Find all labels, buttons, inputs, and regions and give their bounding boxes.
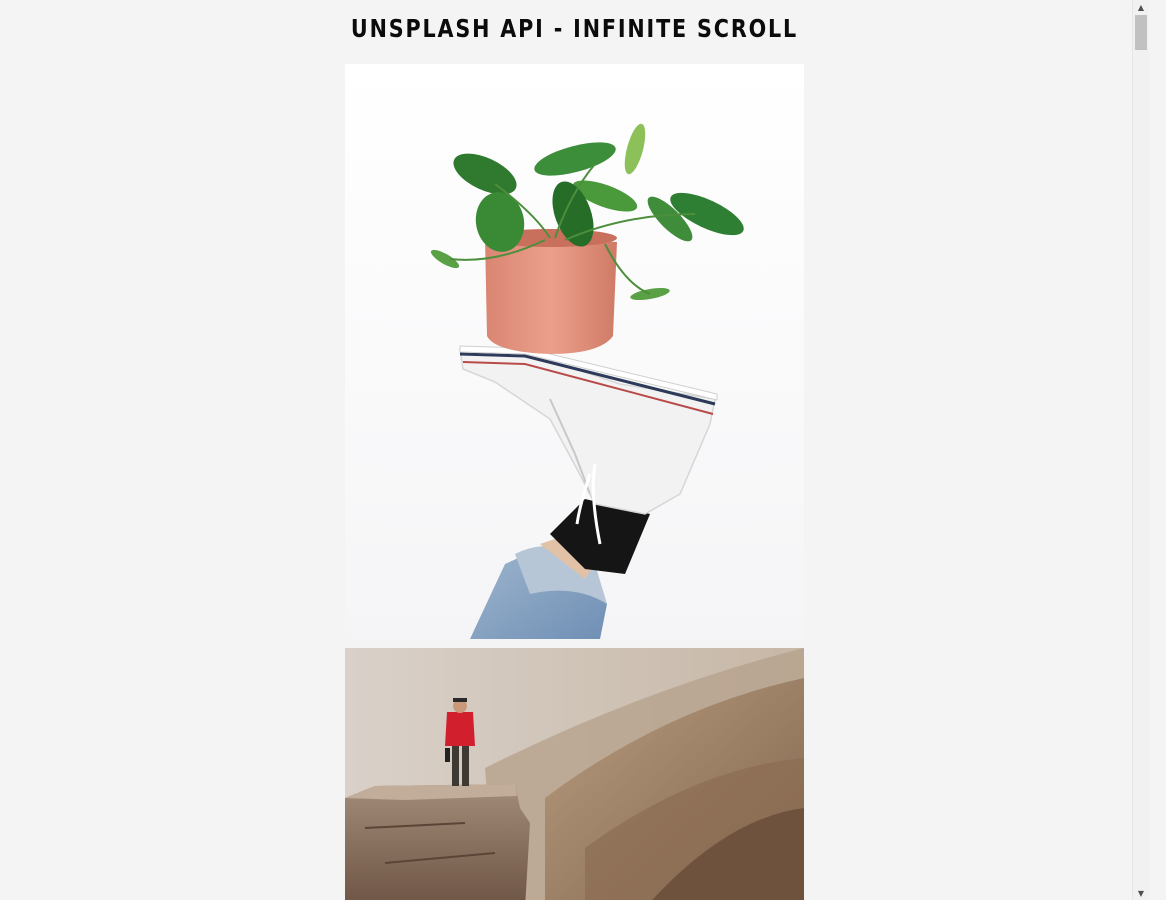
photo-plant-on-sneaker[interactable]	[345, 64, 804, 639]
photo-man-on-cliff[interactable]	[345, 648, 804, 900]
image-container	[345, 64, 804, 900]
page: UNSPLASH API - INFINITE SCROLL ▲ ▼	[0, 0, 1149, 900]
scroll-thumb[interactable]	[1135, 15, 1147, 50]
scroll-down-arrow-icon[interactable]: ▼	[1133, 886, 1149, 900]
scroll-up-arrow-icon[interactable]: ▲	[1133, 0, 1149, 14]
page-title: UNSPLASH API - INFINITE SCROLL	[350, 14, 799, 43]
scrollbar[interactable]: ▲ ▼	[1132, 0, 1149, 900]
